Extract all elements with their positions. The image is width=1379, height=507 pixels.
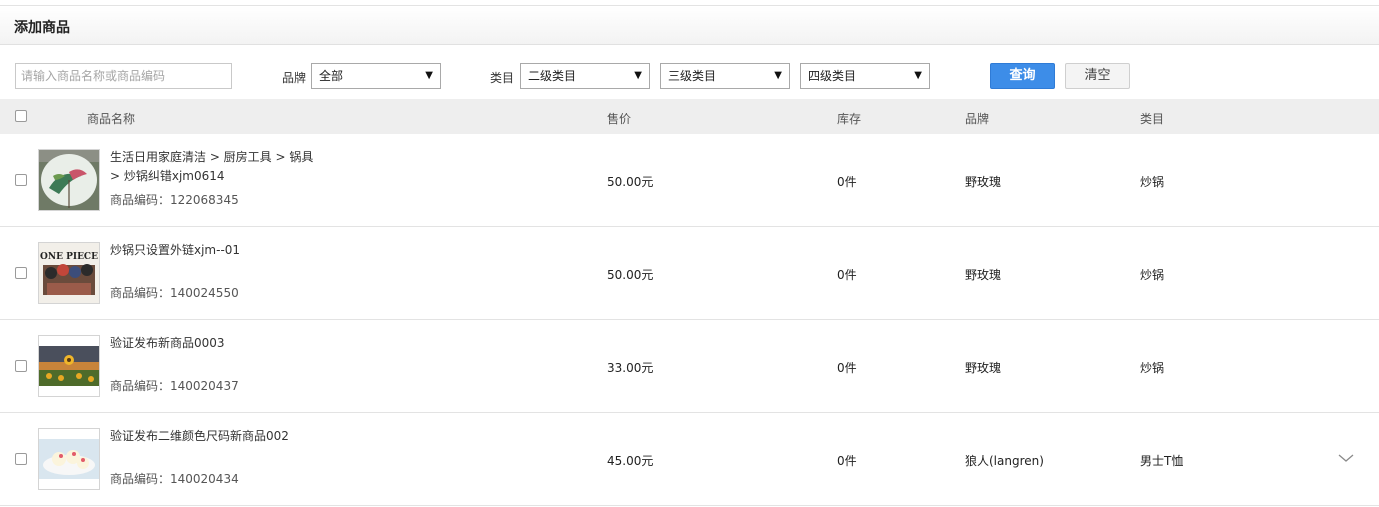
row-checkbox[interactable]	[15, 453, 27, 465]
chevron-down-icon[interactable]	[1337, 452, 1355, 464]
column-header-category: 类目	[1140, 112, 1165, 126]
product-stock: 0件	[837, 361, 857, 375]
product-name-line1: 验证发布二维颜色尺码新商品002	[110, 429, 289, 443]
product-name-line1: 验证发布新商品0003	[110, 336, 225, 350]
search-input[interactable]	[15, 63, 232, 89]
brand-select[interactable]: 全部 ▼	[311, 63, 441, 89]
row-checkbox[interactable]	[15, 267, 27, 279]
sunflower-field-image	[39, 336, 99, 396]
column-header-price: 售价	[607, 112, 632, 126]
triangle-down-icon: ▼	[425, 70, 433, 81]
clear-button[interactable]: 清空	[1065, 63, 1130, 89]
product-name[interactable]: 生活日用家庭清洁 > 厨房工具 > 锅具 > 炒锅纠错xjm0614	[110, 148, 360, 186]
table-header: 商品名称 售价 库存 品牌 类目	[0, 99, 1379, 134]
product-code: 商品编码：140024550	[110, 286, 239, 300]
product-name-line2: > 炒锅纠错xjm0614	[110, 169, 225, 183]
select-all-checkbox[interactable]	[15, 110, 27, 122]
product-price: 45.00元	[607, 454, 654, 468]
product-thumbnail	[38, 335, 100, 397]
product-name-line1: 炒锅只设置外链xjm--01	[110, 243, 241, 257]
category-label: 类目	[490, 71, 515, 85]
row-checkbox[interactable]	[15, 174, 27, 186]
triangle-down-icon: ▼	[774, 70, 782, 81]
product-name-line1: 生活日用家庭清洁 > 厨房工具 > 锅具	[110, 150, 314, 164]
product-code: 商品编码：122068345	[110, 193, 239, 207]
product-category: 炒锅	[1140, 268, 1165, 282]
product-category: 炒锅	[1140, 175, 1165, 189]
product-brand: 野玫瑰	[965, 268, 1002, 282]
category-level4-select[interactable]: 四级类目 ▼	[800, 63, 930, 89]
column-header-name: 商品名称	[87, 112, 136, 126]
page-header: 添加商品	[0, 6, 1379, 45]
category-level2-select[interactable]: 二级类目 ▼	[520, 63, 650, 89]
product-thumbnail	[38, 428, 100, 490]
brand-select-value: 全部	[319, 69, 344, 83]
table-row[interactable]: 验证发布新商品0003 商品编码：140020437 33.00元 0件 野玫瑰…	[0, 320, 1379, 413]
category-level4-value: 四级类目	[808, 69, 857, 83]
product-brand: 狼人(langren)	[965, 454, 1044, 468]
category-level3-select[interactable]: 三级类目 ▼	[660, 63, 790, 89]
product-price: 50.00元	[607, 175, 654, 189]
product-stock: 0件	[837, 175, 857, 189]
poster-title: ONE PIECE	[40, 252, 98, 262]
category-level3-value: 三级类目	[668, 69, 717, 83]
product-thumbnail	[38, 149, 100, 211]
triangle-down-icon: ▼	[914, 70, 922, 81]
product-code: 商品编码：140020434	[110, 472, 239, 486]
product-price: 50.00元	[607, 268, 654, 282]
umbrella-image	[39, 150, 99, 210]
category-level2-value: 二级类目	[528, 69, 577, 83]
column-header-stock: 库存	[837, 112, 862, 126]
column-header-brand: 品牌	[965, 112, 990, 126]
product-stock: 0件	[837, 268, 857, 282]
product-name[interactable]: 验证发布新商品0003	[110, 334, 360, 353]
triangle-down-icon: ▼	[634, 70, 642, 81]
product-code: 商品编码：140020437	[110, 379, 239, 393]
anime-poster-image: ONE PIECE	[39, 243, 99, 303]
row-checkbox[interactable]	[15, 360, 27, 372]
product-price: 33.00元	[607, 361, 654, 375]
product-brand: 野玫瑰	[965, 175, 1002, 189]
product-stock: 0件	[837, 454, 857, 468]
table-row[interactable]: ONE PIECE 炒锅只设置外链xjm--01 商品编码：140024550 …	[0, 227, 1379, 320]
brand-label: 品牌	[282, 71, 307, 85]
filter-bar: 品牌 全部 ▼ 类目 二级类目 ▼ 三级类目 ▼ 四级类目 ▼ 查询 清空	[0, 45, 1379, 99]
dessert-plate-image	[39, 429, 99, 489]
product-brand: 野玫瑰	[965, 361, 1002, 375]
product-category: 炒锅	[1140, 361, 1165, 375]
table-row[interactable]: 生活日用家庭清洁 > 厨房工具 > 锅具 > 炒锅纠错xjm0614 商品编码：…	[0, 134, 1379, 227]
query-button[interactable]: 查询	[990, 63, 1055, 89]
table-row[interactable]: 验证发布二维颜色尺码新商品002 商品编码：140020434 45.00元 0…	[0, 413, 1379, 506]
product-thumbnail: ONE PIECE	[38, 242, 100, 304]
product-name[interactable]: 炒锅只设置外链xjm--01	[110, 241, 360, 260]
product-category: 男士T恤	[1140, 454, 1184, 468]
product-name[interactable]: 验证发布二维颜色尺码新商品002	[110, 427, 360, 446]
page-title: 添加商品	[14, 20, 70, 36]
